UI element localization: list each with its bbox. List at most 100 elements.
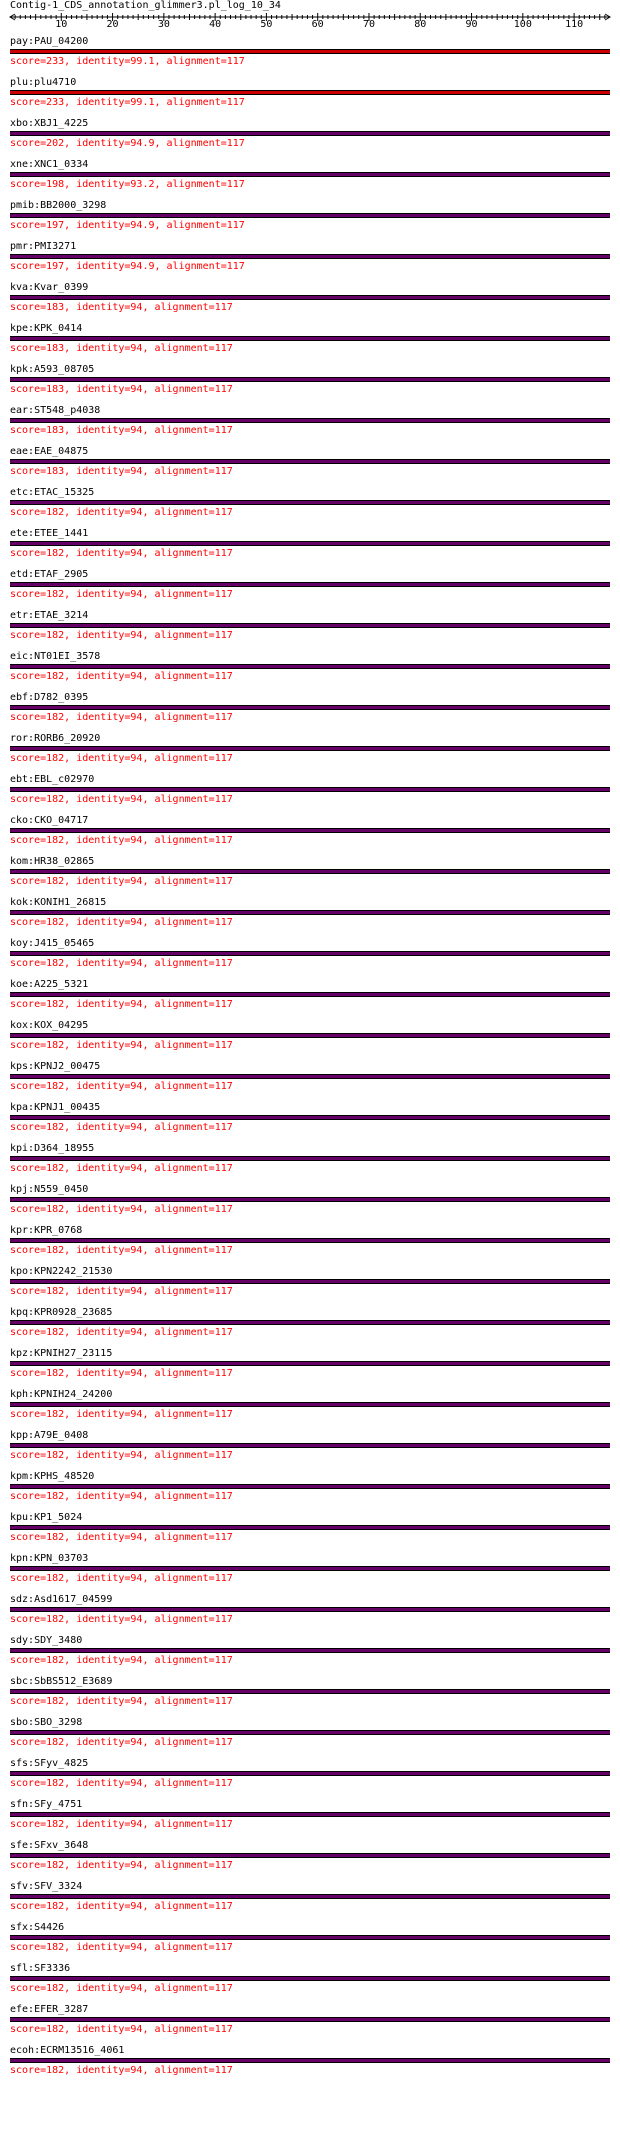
hit-name: pmib:BB2000_3298	[10, 200, 107, 211]
hit-name: pay:PAU_04200	[10, 36, 89, 47]
hit-name: plu:plu4710	[10, 77, 77, 88]
alignment-bar	[10, 131, 610, 136]
hit-name: sfx:S4426	[10, 1922, 65, 1933]
hit-score: score=182, identity=94, alignment=117	[10, 1368, 233, 1379]
alignment-bar	[10, 500, 610, 505]
hit-score: score=233, identity=99.1, alignment=117	[10, 56, 245, 67]
hit-name: sfe:SFxv_3648	[10, 1840, 89, 1851]
alignment-bar	[10, 1197, 610, 1202]
alignment-bar	[10, 1443, 610, 1448]
hit-name: sfv:SFV_3324	[10, 1881, 83, 1892]
hit-name: pmr:PMI3271	[10, 241, 77, 252]
hit-score: score=182, identity=94, alignment=117	[10, 1696, 233, 1707]
alignment-bar	[10, 828, 610, 833]
hit-score: score=182, identity=94, alignment=117	[10, 794, 233, 805]
hit-name: etr:ETAE_3214	[10, 610, 89, 621]
alignment-bar	[10, 787, 610, 792]
alignment-bar	[10, 664, 610, 669]
hit-score: score=182, identity=94, alignment=117	[10, 1081, 233, 1092]
hit-score: score=182, identity=94, alignment=117	[10, 876, 233, 887]
hit-name: kpp:A79E_0408	[10, 1430, 89, 1441]
hit-score: score=183, identity=94, alignment=117	[10, 302, 233, 313]
hit-score: score=182, identity=94, alignment=117	[10, 1901, 233, 1912]
hit-name: ecoh:ECRM13516_4061	[10, 2045, 125, 2056]
hit-name: kok:KONIH1_26815	[10, 897, 107, 908]
hit-name: kva:Kvar_0399	[10, 282, 89, 293]
hit-score: score=182, identity=94, alignment=117	[10, 1819, 233, 1830]
hit-score: score=198, identity=93.2, alignment=117	[10, 179, 245, 190]
alignment-bar	[10, 2017, 610, 2022]
hit-score: score=182, identity=94, alignment=117	[10, 1532, 233, 1543]
hit-score: score=183, identity=94, alignment=117	[10, 425, 233, 436]
hit-name: sdz:Asd1617_04599	[10, 1594, 113, 1605]
hit-score: score=182, identity=94, alignment=117	[10, 548, 233, 559]
alignment-bar	[10, 1525, 610, 1530]
alignment-bar	[10, 1115, 610, 1120]
hit-score: score=182, identity=94, alignment=117	[10, 712, 233, 723]
hit-score: score=197, identity=94.9, alignment=117	[10, 220, 245, 231]
alignment-bar	[10, 336, 610, 341]
hit-name: kpz:KPNIH27_23115	[10, 1348, 113, 1359]
hit-name: sfl:SF3336	[10, 1963, 71, 1974]
hit-name: kpm:KPHS_48520	[10, 1471, 95, 1482]
alignment-bar	[10, 254, 610, 259]
alignment-bar	[10, 951, 610, 956]
hit-score: score=182, identity=94, alignment=117	[10, 1122, 233, 1133]
alignment-bar	[10, 869, 610, 874]
hit-score: score=182, identity=94, alignment=117	[10, 753, 233, 764]
hit-name: sdy:SDY_3480	[10, 1635, 83, 1646]
hit-name: etc:ETAC_15325	[10, 487, 95, 498]
alignment-bar	[10, 377, 610, 382]
alignment-bar	[10, 418, 610, 423]
alignment-bar	[10, 1074, 610, 1079]
hit-score: score=182, identity=94, alignment=117	[10, 1737, 233, 1748]
alignment-bar	[10, 1361, 610, 1366]
hit-score: score=197, identity=94.9, alignment=117	[10, 261, 245, 272]
alignment-bar	[10, 1279, 610, 1284]
alignment-bar	[10, 459, 610, 464]
hit-score: score=183, identity=94, alignment=117	[10, 466, 233, 477]
hit-score: score=182, identity=94, alignment=117	[10, 1983, 233, 1994]
hit-score: score=182, identity=94, alignment=117	[10, 1163, 233, 1174]
hit-score: score=182, identity=94, alignment=117	[10, 1286, 233, 1297]
hit-name: kph:KPNIH24_24200	[10, 1389, 113, 1400]
alignment-bar	[10, 1853, 610, 1858]
alignment-bar	[10, 910, 610, 915]
hit-name: ear:ST548_p4038	[10, 405, 101, 416]
hit-name: etd:ETAF_2905	[10, 569, 89, 580]
hit-score: score=202, identity=94.9, alignment=117	[10, 138, 245, 149]
alignment-bar	[10, 1689, 610, 1694]
hit-score: score=182, identity=94, alignment=117	[10, 671, 233, 682]
hit-score: score=182, identity=94, alignment=117	[10, 1573, 233, 1584]
hit-name: ete:ETEE_1441	[10, 528, 89, 539]
hit-name: kpe:KPK_0414	[10, 323, 83, 334]
hit-score: score=182, identity=94, alignment=117	[10, 1942, 233, 1953]
hit-score: score=182, identity=94, alignment=117	[10, 1778, 233, 1789]
alignment-bar	[10, 1484, 610, 1489]
alignment-bar	[10, 1648, 610, 1653]
hit-score: score=182, identity=94, alignment=117	[10, 1204, 233, 1215]
hit-score: score=182, identity=94, alignment=117	[10, 507, 233, 518]
alignment-bar	[10, 582, 610, 587]
alignment-bar	[10, 1566, 610, 1571]
hit-score: score=182, identity=94, alignment=117	[10, 1409, 233, 1420]
alignment-bar	[10, 992, 610, 997]
hit-score: score=182, identity=94, alignment=117	[10, 835, 233, 846]
alignment-bar	[10, 1238, 610, 1243]
hit-score: score=182, identity=94, alignment=117	[10, 1491, 233, 1502]
alignment-bar	[10, 705, 610, 710]
hit-name: kpk:A593_08705	[10, 364, 95, 375]
alignment-bar	[10, 541, 610, 546]
hit-name: kpu:KP1_5024	[10, 1512, 83, 1523]
hit-name: kox:KOX_04295	[10, 1020, 89, 1031]
hit-name: cko:CKO_04717	[10, 815, 89, 826]
alignment-bar	[10, 1812, 610, 1817]
hit-name: kpa:KPNJ1_00435	[10, 1102, 101, 1113]
hit-name: eic:NT01EI_3578	[10, 651, 101, 662]
hit-name: ror:RORB6_20920	[10, 733, 101, 744]
hit-score: score=183, identity=94, alignment=117	[10, 343, 233, 354]
hit-name: xbo:XBJ1_4225	[10, 118, 89, 129]
alignment-bar	[10, 1607, 610, 1612]
hit-name: sbo:SBO_3298	[10, 1717, 83, 1728]
alignment-bar	[10, 746, 610, 751]
